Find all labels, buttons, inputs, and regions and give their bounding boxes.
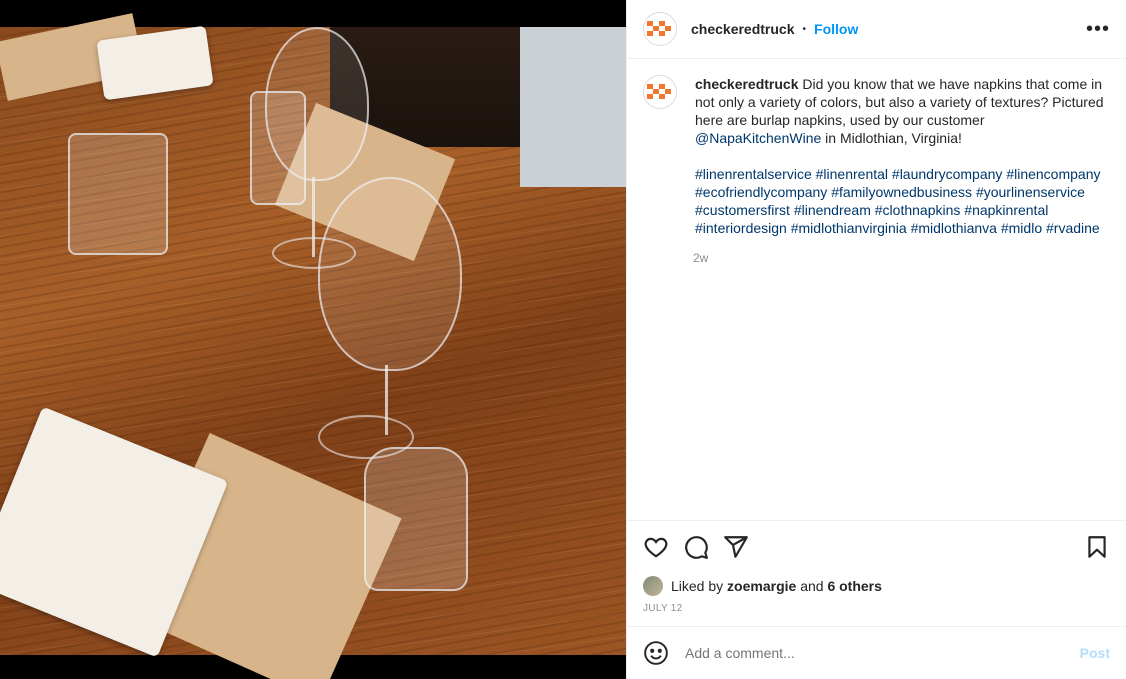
heart-icon[interactable] <box>643 534 669 560</box>
hashtag-link[interactable]: #laundrycompany <box>892 166 1003 182</box>
hashtag-link[interactable]: #midlothianva <box>911 220 997 236</box>
wine-glass <box>265 27 369 181</box>
post-header: checkeredtruck • Follow ••• <box>627 0 1126 59</box>
hashtag-link[interactable]: #linendream <box>794 202 871 218</box>
brand-logo <box>647 21 673 37</box>
likes-summary: Liked by zoemargie and 6 others <box>627 573 1126 599</box>
separator-dot: • <box>802 23 807 35</box>
hashtag-link[interactable]: #interiordesign <box>695 220 787 236</box>
brand-logo <box>647 84 673 100</box>
post-date: JULY 12 <box>643 603 683 614</box>
likes-prefix: Liked by <box>671 578 724 594</box>
wall <box>520 27 626 187</box>
hashtag-link[interactable]: #clothnapkins <box>875 202 961 218</box>
post-view: checkeredtruck • Follow ••• checkeredtru… <box>0 0 1126 679</box>
post-sidebar: checkeredtruck • Follow ••• checkeredtru… <box>626 0 1126 679</box>
comment-icon[interactable] <box>683 534 709 560</box>
comment-bar: Post <box>627 626 1126 679</box>
tumbler-glass <box>364 447 468 591</box>
hashtag-link[interactable]: #linencompany <box>1006 166 1100 182</box>
hashtag-link[interactable]: #midlothianvirginia <box>791 220 907 236</box>
hashtag-link[interactable]: #napkinrental <box>964 202 1048 218</box>
follow-button[interactable]: Follow <box>814 21 858 37</box>
hashtag-link[interactable]: #rvadine <box>1046 220 1100 236</box>
likes-others[interactable]: 6 others <box>827 578 881 594</box>
caption: checkeredtruck Did you know that we have… <box>643 75 1110 237</box>
hashtag-link[interactable]: #linenrentalservice <box>695 166 812 182</box>
comment-input[interactable] <box>683 644 1080 662</box>
share-icon[interactable] <box>723 534 749 560</box>
hashtag-link[interactable]: #linenrental <box>816 166 888 182</box>
post-button[interactable]: Post <box>1080 645 1110 661</box>
username[interactable]: checkeredtruck <box>691 21 795 37</box>
avatar[interactable] <box>643 75 677 109</box>
hashtag-link[interactable]: #customersfirst <box>695 202 790 218</box>
comments-area: checkeredtruck Did you know that we have… <box>627 59 1126 520</box>
caption-username[interactable]: checkeredtruck <box>695 76 799 92</box>
liker-avatar[interactable] <box>643 576 663 596</box>
post-media[interactable] <box>0 0 626 679</box>
action-bar <box>627 520 1126 573</box>
mention-link[interactable]: @NapaKitchenWine <box>695 130 821 146</box>
likes-middle: and <box>800 578 824 594</box>
avatar[interactable] <box>643 12 677 46</box>
hashtag-link[interactable]: #yourlinenservice <box>976 184 1085 200</box>
tumbler-glass <box>68 133 168 255</box>
post-time[interactable]: 2w <box>693 251 1110 265</box>
more-options-icon[interactable]: ••• <box>1086 18 1110 41</box>
caption-text-2: in Midlothian, Virginia! <box>821 130 962 146</box>
hashtag-link[interactable]: #familyownedbusiness <box>831 184 972 200</box>
hashtag-link[interactable]: #ecofriendlycompany <box>695 184 827 200</box>
hashtag-list: #linenrentalservice #linenrental #laundr… <box>695 165 1105 237</box>
caption-text: checkeredtruck Did you know that we have… <box>695 75 1105 237</box>
emoji-icon[interactable] <box>643 640 669 666</box>
post-photo <box>0 13 626 679</box>
liker-username[interactable]: zoemargie <box>727 578 796 594</box>
hashtag-link[interactable]: #midlo <box>1001 220 1042 236</box>
bookmark-icon[interactable] <box>1084 534 1110 560</box>
wine-glass <box>318 177 462 371</box>
